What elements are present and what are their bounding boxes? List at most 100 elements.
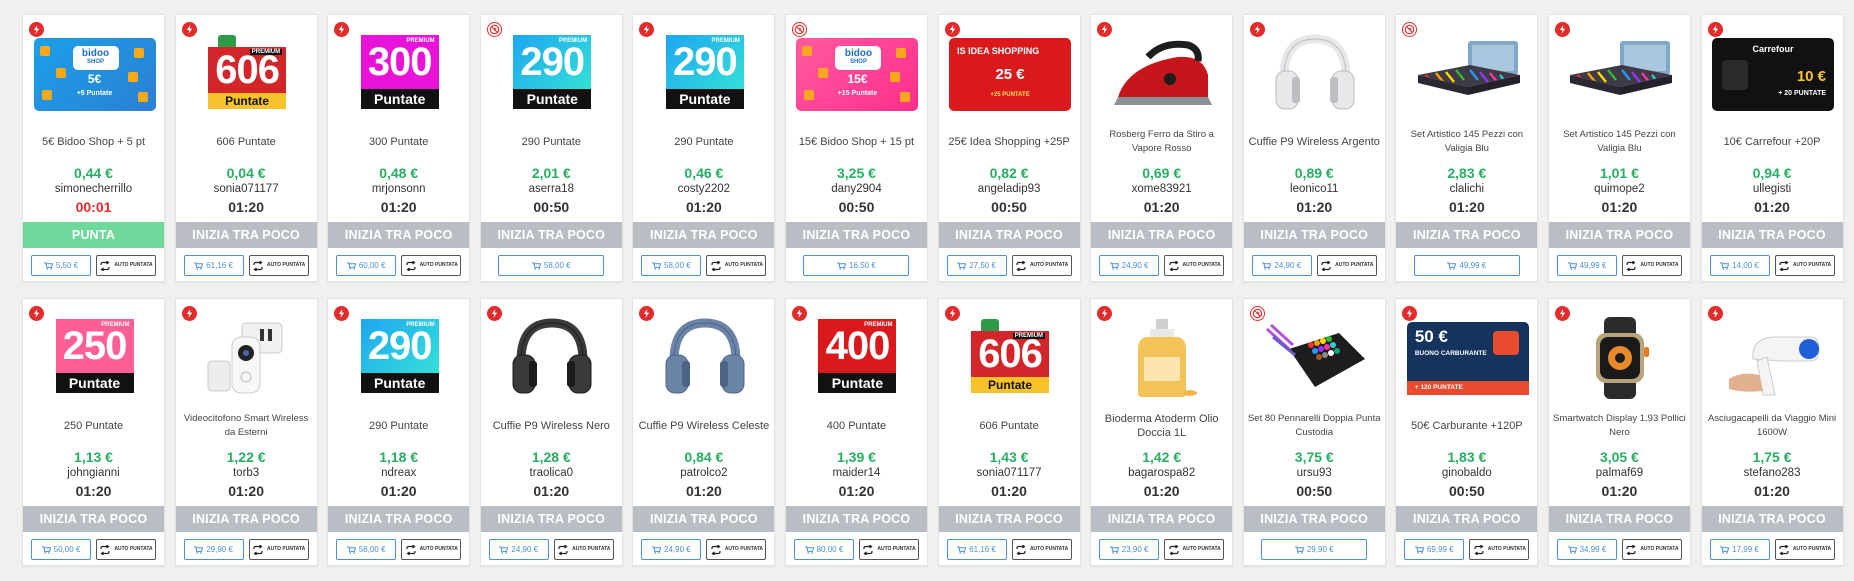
buy-now-button[interactable]: 24,90 € <box>488 539 549 560</box>
product-title[interactable]: Cuffie P9 Wireless Nero <box>485 411 618 441</box>
auction-card[interactable]: 290 Puntate PREMIUM 290 Puntate 2,01 € aserra… <box>479 14 623 282</box>
product-image[interactable] <box>1254 319 1377 397</box>
auto-bid-button[interactable]: AUTO PUNTATA <box>553 539 614 560</box>
auto-bid-button[interactable]: AUTO PUNTATA <box>706 255 767 276</box>
product-title[interactable]: Bioderma Atoderm Olio Doccia 1L <box>1095 411 1228 441</box>
product-title[interactable]: 606 Puntate <box>180 127 313 157</box>
status-bar[interactable]: INIZIA TRA POCO <box>633 222 775 248</box>
product-title[interactable]: Videocitofono Smart Wireless da Esterni <box>180 411 313 441</box>
product-image[interactable] <box>491 318 614 397</box>
buy-now-button[interactable]: 29,90 € <box>183 539 244 560</box>
status-bar[interactable]: INIZIA TRA POCO <box>328 222 470 248</box>
status-bar[interactable]: INIZIA TRA POCO <box>938 506 1080 532</box>
status-bar[interactable]: INIZIA TRA POCO <box>23 506 164 532</box>
buy-now-button[interactable]: 49,99 € <box>1413 255 1520 276</box>
buy-now-button[interactable]: 34,99 € <box>1556 539 1617 560</box>
product-image[interactable]: 290 Puntate PREMIUM <box>491 35 614 113</box>
auto-bid-button[interactable]: AUTO PUNTATA <box>1621 539 1682 560</box>
status-bar[interactable]: INIZIA TRA POCO <box>1548 222 1690 248</box>
auction-card[interactable]: Carrefour 10 € + 20 PUNTATE 10€ Carrefour +… <box>1700 14 1844 282</box>
status-bar[interactable]: INIZIA TRA POCO <box>1701 506 1843 532</box>
auction-card[interactable]: 400 Puntate PREMIUM 400 Puntate 1,39 € maider… <box>784 298 928 566</box>
auto-bid-button[interactable]: AUTO PUNTATA <box>1164 255 1225 276</box>
auction-card[interactable]: Smartwatch Display 1.93 Pollici Nero 3,05… <box>1547 298 1691 566</box>
auto-bid-button[interactable]: AUTO PUNTATA <box>706 539 767 560</box>
auction-card[interactable]: Cuffie P9 Wireless Celeste 0,84 € patrolco… <box>632 298 776 566</box>
auto-bid-button[interactable]: AUTO PUNTATA <box>1774 539 1835 560</box>
auto-bid-button[interactable]: AUTO PUNTATA <box>248 255 309 276</box>
status-bar[interactable]: INIZIA TRA POCO <box>1091 222 1233 248</box>
auto-bid-button[interactable]: AUTO PUNTATA <box>1621 255 1682 276</box>
product-image[interactable]: bidoo SHOP 15€ +15 Puntate <box>796 35 919 113</box>
product-image[interactable] <box>643 318 766 397</box>
auction-card[interactable]: Set Artistico 145 Pezzi con Valigia Blu 2… <box>1395 14 1539 282</box>
buy-now-button[interactable]: 24,90 € <box>1099 255 1160 276</box>
auto-bid-button[interactable]: AUTO PUNTATA <box>1011 255 1072 276</box>
auction-card[interactable]: 290 Puntate PREMIUM 290 Puntate 1,18 € ndreax… <box>327 298 471 566</box>
product-title[interactable]: Set Artistico 145 Pezzi con Valigia Blu <box>1553 127 1686 157</box>
auto-bid-button[interactable]: AUTO PUNTATA <box>1011 539 1072 560</box>
buy-now-button[interactable]: 50,00 € <box>31 539 91 560</box>
status-bar[interactable]: INIZIA TRA POCO <box>328 506 470 532</box>
buy-now-button[interactable]: 29,90 € <box>1261 539 1368 560</box>
buy-now-button[interactable]: 60,00 € <box>336 255 397 276</box>
buy-now-button[interactable]: 61,16 € <box>183 255 244 276</box>
auto-bid-button[interactable]: AUTO PUNTATA <box>401 255 462 276</box>
buy-now-button[interactable]: 23,90 € <box>1099 539 1160 560</box>
product-title[interactable]: 5€ Bidoo Shop + 5 pt <box>27 127 160 157</box>
product-image[interactable] <box>1406 35 1529 113</box>
status-bar[interactable]: INIZIA TRA POCO <box>1396 506 1538 532</box>
status-bar[interactable]: INIZIA TRA POCO <box>1091 506 1233 532</box>
auto-bid-button[interactable]: AUTO PUNTATA <box>401 539 462 560</box>
product-title[interactable]: Set 80 Pennarelli Doppia Punta Custodia <box>1248 411 1381 441</box>
auction-card[interactable]: 606 Puntate PREMIUM 606 Puntate 0,04 € sonia0… <box>174 14 318 282</box>
status-bar[interactable]: INIZIA TRA POCO <box>785 506 927 532</box>
product-image[interactable] <box>186 319 309 397</box>
auto-bid-button[interactable]: AUTO PUNTATA <box>96 539 156 560</box>
buy-now-button[interactable]: 58,00 € <box>336 539 397 560</box>
product-image[interactable]: 250 Puntate PREMIUM <box>33 319 156 397</box>
buy-now-button[interactable]: 69,99 € <box>1404 539 1465 560</box>
buy-now-button[interactable]: 27,50 € <box>946 255 1007 276</box>
product-title[interactable]: 10€ Carrefour +20P <box>1706 127 1839 157</box>
product-title[interactable]: 606 Puntate <box>943 411 1076 441</box>
auto-bid-button[interactable]: AUTO PUNTATA <box>248 539 309 560</box>
bid-button[interactable]: PUNTA <box>23 222 164 248</box>
product-image[interactable]: 290 Puntate PREMIUM <box>338 319 461 397</box>
status-bar[interactable]: INIZIA TRA POCO <box>1243 506 1385 532</box>
auction-card[interactable]: Set 80 Pennarelli Doppia Punta Custodia 3… <box>1242 298 1386 566</box>
status-bar[interactable]: INIZIA TRA POCO <box>633 506 775 532</box>
product-image[interactable]: Carrefour 10 € + 20 PUNTATE <box>1712 35 1835 113</box>
product-image[interactable]: 400 Puntate PREMIUM <box>796 319 919 397</box>
auction-card[interactable]: 300 Puntate PREMIUM 300 Puntate 0,48 € mrjons… <box>327 14 471 282</box>
auction-card[interactable]: Cuffie P9 Wireless Nero 1,28 € traolica0 01… <box>479 298 623 566</box>
product-title[interactable]: 250 Puntate <box>27 411 160 441</box>
product-image[interactable]: bidoo SHOP 5€ +5 Puntate <box>33 35 156 113</box>
product-title[interactable]: 290 Puntate <box>332 411 465 441</box>
auction-card[interactable]: Asciugacapelli da Viaggio Mini 1600W 1,75… <box>1700 298 1844 566</box>
auction-card[interactable]: 290 Puntate PREMIUM 290 Puntate 0,46 € costy2… <box>632 14 776 282</box>
product-title[interactable]: Rosberg Ferro da Stiro a Vapore Rosso <box>1095 127 1228 157</box>
buy-now-button[interactable]: 58,00 € <box>498 255 605 276</box>
product-title[interactable]: Smartwatch Display 1.93 Pollici Nero <box>1553 411 1686 441</box>
auction-card[interactable]: bidoo SHOP 5€ +5 Puntate 5€ Bidoo Shop + 5 p… <box>22 14 165 282</box>
product-image[interactable] <box>1101 319 1224 397</box>
auto-bid-button[interactable]: AUTO PUNTATA <box>1316 255 1377 276</box>
product-image[interactable]: 606 Puntate PREMIUM <box>186 35 309 113</box>
product-title[interactable]: Set Artistico 145 Pezzi con Valigia Blu <box>1400 127 1533 157</box>
product-title[interactable]: 50€ Carburante +120P <box>1400 411 1533 441</box>
auto-bid-button[interactable]: AUTO PUNTATA <box>858 539 919 560</box>
buy-now-button[interactable]: 61,16 € <box>946 539 1007 560</box>
product-image[interactable] <box>1254 34 1377 113</box>
status-bar[interactable]: INIZIA TRA POCO <box>1701 222 1843 248</box>
product-title[interactable]: 400 Puntate <box>790 411 923 441</box>
auction-card[interactable]: 250 Puntate PREMIUM 250 Puntate 1,13 € johngi… <box>22 298 165 566</box>
buy-now-button[interactable]: 5,50 € <box>31 255 91 276</box>
product-image[interactable] <box>1559 317 1682 399</box>
product-image[interactable]: 50 € BUONO CARBURANTE + 120 PUNTATE <box>1406 319 1529 397</box>
product-title[interactable]: 25€ Idea Shopping +25P <box>943 127 1076 157</box>
product-title[interactable]: 15€ Bidoo Shop + 15 pt <box>790 127 923 157</box>
auction-card[interactable]: bidoo SHOP 15€ +15 Puntate 15€ Bidoo Shop + … <box>784 14 928 282</box>
buy-now-button[interactable]: 14,00 € <box>1709 255 1770 276</box>
product-image[interactable] <box>1712 319 1835 397</box>
